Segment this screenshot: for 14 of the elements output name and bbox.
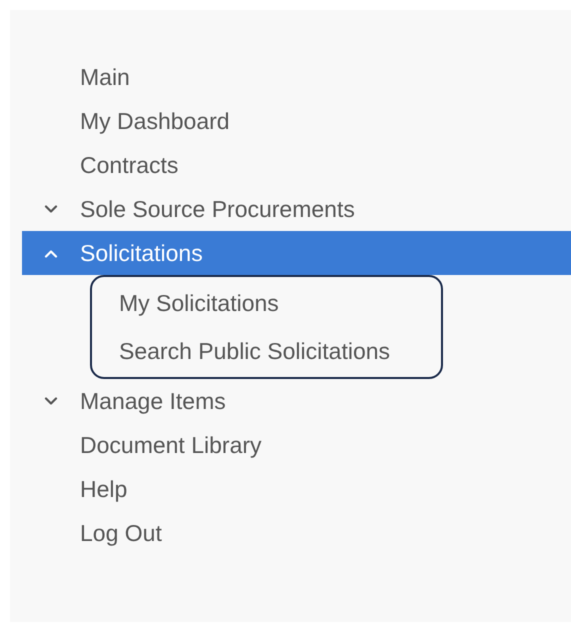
menu-item[interactable]: Contracts (22, 143, 571, 187)
chevron-down-icon[interactable] (44, 204, 58, 214)
menu-item[interactable]: Manage Items (22, 379, 571, 423)
menu-item[interactable]: Document Library (22, 423, 571, 467)
menu-item[interactable]: Help (22, 467, 571, 511)
chevron-up-icon[interactable] (44, 248, 58, 258)
chevron-down-icon[interactable] (44, 396, 58, 406)
menu-item[interactable]: My Dashboard (22, 99, 571, 143)
menu-item[interactable]: Solicitations (22, 231, 571, 275)
menu-item[interactable]: Sole Source Procurements (22, 187, 571, 231)
menu-item[interactable]: Log Out (22, 511, 571, 555)
menu-item[interactable]: Main (22, 55, 571, 99)
submenu-item[interactable]: Search Public Solicitations (92, 327, 441, 375)
submenu-item[interactable]: My Solicitations (92, 279, 441, 327)
